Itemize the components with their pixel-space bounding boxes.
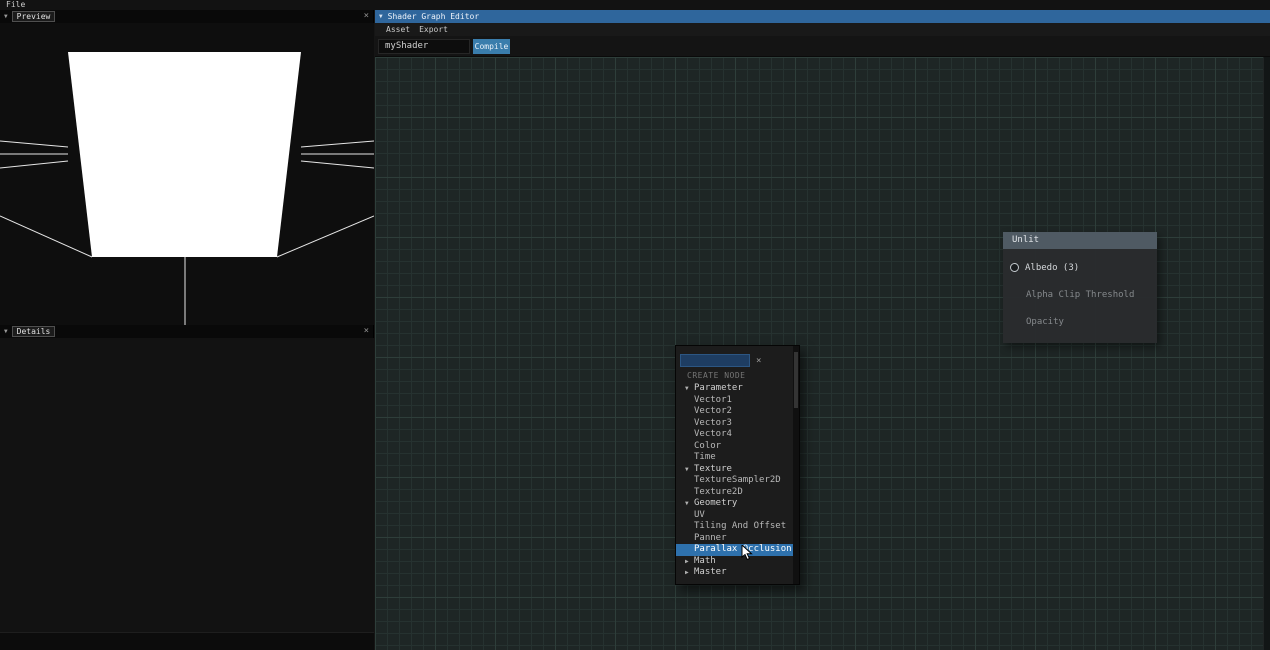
canvas-vscrollbar[interactable] <box>1263 57 1270 650</box>
preview-wireframe <box>0 52 374 325</box>
menu-item-label: Math <box>694 555 716 566</box>
menu-asset[interactable]: Asset <box>386 25 410 34</box>
menu-item-label: Tiling And Offset <box>694 521 787 531</box>
chevron-down-icon: ▼ <box>685 465 689 473</box>
chevron-down-icon: ▼ <box>379 12 383 20</box>
menu-item-label: Vector2 <box>694 406 732 416</box>
menu-export[interactable]: Export <box>419 25 448 34</box>
category-texture[interactable]: ▼ Texture <box>676 464 794 476</box>
graph-canvas[interactable] <box>375 57 1270 650</box>
menu-item-label: Vector4 <box>694 429 732 439</box>
menu-item-label: Geometry <box>694 498 738 508</box>
preview-panel-titlebar: ▼ Preview × <box>0 10 373 23</box>
mouse-cursor <box>741 545 753 561</box>
menu-item-label: Master <box>694 567 727 577</box>
chevron-right-icon: ▶ <box>685 569 689 576</box>
menu-item-label: Parameter <box>694 383 743 393</box>
shader-window-titlebar[interactable]: ▼ Shader Graph Editor <box>375 10 1270 23</box>
category-geometry[interactable]: ▼ Geometry <box>676 498 794 510</box>
details-panel-title[interactable]: Details <box>11 326 56 337</box>
node-row-label: Opacity <box>1026 316 1064 327</box>
file-menu[interactable]: File <box>6 0 25 10</box>
menu-item-label: TextureSampler2D <box>694 475 781 485</box>
menu-item-vector3[interactable]: Vector3 <box>676 418 794 430</box>
node-row-label: Alpha Clip Threshold <box>1026 289 1135 300</box>
details-close-button[interactable]: × <box>364 325 369 338</box>
create-node-menu: × CREATE NODE ▼ Parameter Vector1 Vector2 Ve… <box>675 345 800 585</box>
app-menubar: File <box>0 0 1270 10</box>
node-row-opacity: Opacity <box>1003 308 1157 335</box>
menu-item-label: Texture <box>694 463 732 474</box>
menu-close-button[interactable]: × <box>756 356 761 366</box>
menu-item-label: Texture2D <box>694 486 743 497</box>
shader-name-field[interactable]: myShader <box>378 39 470 54</box>
details-panel-titlebar: ▼ Details × <box>0 325 373 338</box>
menu-item-uv[interactable]: UV <box>676 510 794 522</box>
create-node-header: CREATE NODE <box>687 371 746 380</box>
menu-item-vector4[interactable]: Vector4 <box>676 429 794 441</box>
node-row-albedo-3: Albedo (3) <box>1003 254 1157 281</box>
node-row-alpha-clip-threshold: Alpha Clip Threshold <box>1003 281 1157 308</box>
menu-item-label: Time <box>694 452 716 462</box>
menu-item-label: Color <box>694 440 722 451</box>
preview-mesh-face <box>68 52 301 257</box>
menu-scrollbar[interactable] <box>793 346 799 584</box>
chevron-right-icon: ▶ <box>685 557 689 565</box>
menu-item-vector1[interactable]: Vector1 <box>676 395 794 407</box>
menu-item-label: Vector1 <box>694 394 732 405</box>
preview-viewport[interactable] <box>0 23 374 325</box>
create-node-list: ▼ Parameter Vector1 Vector2 Vector3 Vector4 Co… <box>676 383 794 579</box>
chevron-down-icon[interactable]: ▼ <box>4 13 8 20</box>
unlit-node-header[interactable]: Unlit <box>1003 232 1157 249</box>
menu-item-texturesampler2d[interactable]: TextureSampler2D <box>676 475 794 487</box>
unlit-node-rows: Albedo (3) Alpha Clip Threshold Opacity <box>1003 249 1157 343</box>
left-panel: ▼ Preview × ▼ Details × <box>0 10 374 650</box>
menu-item-time[interactable]: Time <box>676 452 794 464</box>
details-panel-body <box>0 338 374 632</box>
category-parameter[interactable]: ▼ Parameter <box>676 383 794 395</box>
chevron-down-icon: ▼ <box>685 385 689 392</box>
shader-menubar: Asset Export <box>375 23 1270 36</box>
preview-panel-title[interactable]: Preview <box>11 11 56 22</box>
preview-close-button[interactable]: × <box>364 10 369 23</box>
menu-item-texture2d[interactable]: Texture2D <box>676 487 794 499</box>
category-math[interactable]: ▶ Math <box>676 556 794 568</box>
menu-item-vector2[interactable]: Vector2 <box>676 406 794 418</box>
chevron-down-icon[interactable]: ▼ <box>4 328 8 335</box>
menu-scrollbar-thumb[interactable] <box>794 352 798 408</box>
unlit-node[interactable]: Unlit Albedo (3) Alpha Clip Threshold Opac… <box>1003 232 1157 343</box>
left-panel-footer <box>0 632 374 650</box>
shader-toolbar: myShader Compile <box>375 36 1270 57</box>
input-port-circle[interactable] <box>1010 263 1019 272</box>
node-row-label: Albedo (3) <box>1025 262 1080 273</box>
menu-search-row: × <box>680 354 761 367</box>
menu-item-parallax-occlusion[interactable]: Parallax Occlusion <box>676 544 794 556</box>
compile-button[interactable]: Compile <box>473 39 510 54</box>
category-master[interactable]: ▶ Master <box>676 567 794 579</box>
menu-item-label: UV <box>694 509 705 520</box>
menu-item-panner[interactable]: Panner <box>676 533 794 545</box>
menu-item-color[interactable]: Color <box>676 441 794 453</box>
chevron-down-icon: ▼ <box>685 500 689 507</box>
menu-item-label: Vector3 <box>694 417 732 428</box>
menu-item-label: Panner <box>694 532 727 543</box>
menu-item-tiling-and-offset[interactable]: Tiling And Offset <box>676 521 794 533</box>
node-search-input[interactable] <box>680 354 750 367</box>
shader-window-title: Shader Graph Editor <box>387 12 480 21</box>
